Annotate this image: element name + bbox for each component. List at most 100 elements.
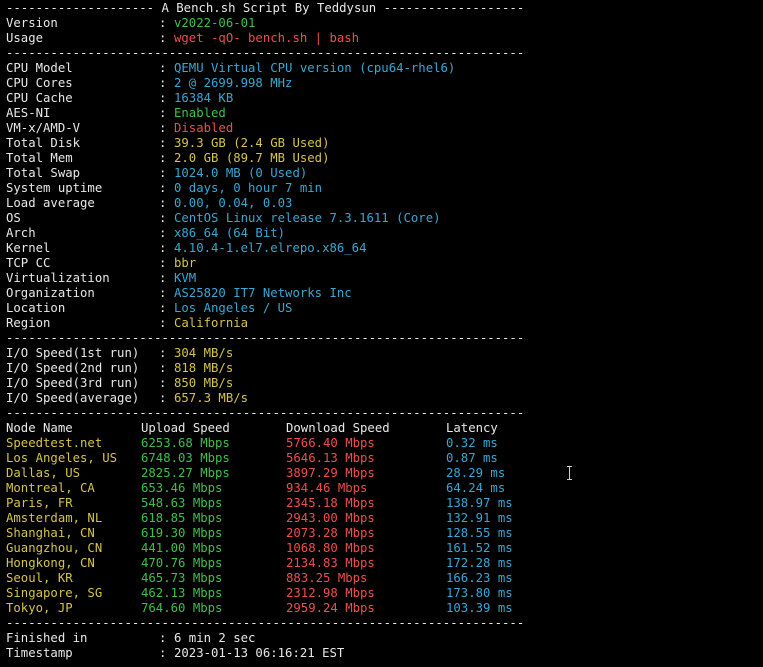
latency-cell: 166.23 ms	[446, 571, 513, 585]
system-info-label: CPU Model	[6, 61, 73, 75]
separator-2: ----------------------------------------…	[6, 331, 525, 345]
system-info-label: Total Disk	[6, 136, 81, 150]
colon-separator: :	[159, 106, 167, 120]
node-name-cell: Amsterdam, NL	[6, 511, 103, 525]
system-info-value: 0.00, 0.04, 0.03	[174, 196, 293, 210]
upload-speed-cell: 6748.03 Mbps	[141, 451, 230, 465]
speed-table-row: Los Angeles, US 6748.03 Mbps 5646.13 Mbps 0…	[0, 451, 763, 466]
system-info-value: 39.3 GB (2.4 GB Used)	[174, 136, 330, 150]
footer-value: 2023-01-13 06:16:21 EST	[174, 646, 345, 660]
colon-separator: :	[159, 166, 167, 180]
node-name-cell: Guangzhou, CN	[6, 541, 103, 555]
download-speed-cell: 2073.28 Mbps	[286, 526, 375, 540]
colon-separator: :	[159, 256, 167, 270]
system-info-label: AES-NI	[6, 106, 51, 120]
upload-speed-cell: 618.85 Mbps	[141, 511, 223, 525]
system-info-label: CPU Cache	[6, 91, 73, 105]
upload-speed-cell: 465.73 Mbps	[141, 571, 223, 585]
io-speed-row: I/O Speed(1st run):304 MB/s	[0, 346, 763, 361]
download-speed-cell: 5646.13 Mbps	[286, 451, 375, 465]
colon-separator: :	[159, 241, 167, 255]
upload-speed-cell: 441.00 Mbps	[141, 541, 223, 555]
system-info-label: Load average	[6, 196, 95, 210]
io-speed-value: 818 MB/s	[174, 361, 234, 375]
speed-table-row: Shanghai, CN 619.30 Mbps 2073.28 Mbps 128.5…	[0, 526, 763, 541]
io-speed-value: 657.3 MB/s	[174, 391, 249, 405]
separator-1: ----------------------------------------…	[6, 46, 525, 60]
latency-cell: 128.55 ms	[446, 526, 513, 540]
system-info-row: Kernel:4.10.4-1.el7.elrepo.x86_64	[0, 241, 763, 256]
node-name-cell: Los Angeles, US	[6, 451, 118, 465]
node-name-cell: Hongkong, CN	[6, 556, 95, 570]
download-speed-cell: 2312.98 Mbps	[286, 586, 375, 600]
download-speed-cell: 5766.40 Mbps	[286, 436, 375, 450]
speed-table-row: Seoul, KR 465.73 Mbps 883.25 Mbps 166.23 ms	[0, 571, 763, 586]
system-info-row: CPU Model: QEMU Virtual CPU version (cpu6…	[0, 61, 763, 76]
system-info-label: Arch	[6, 226, 36, 240]
colon-separator: :	[159, 31, 167, 45]
system-info-value: AS25820 IT7 Networks Inc	[174, 286, 352, 300]
speed-table-row: Dallas, US 2825.27 Mbps 3897.29 Mbps 28.29 …	[0, 466, 763, 481]
download-speed-cell: 2345.18 Mbps	[286, 496, 375, 510]
system-info-row: Organization: AS25820 IT7 Networks Inc	[0, 286, 763, 301]
upload-speed-cell: 619.30 Mbps	[141, 526, 223, 540]
system-info-label: Total Mem	[6, 151, 73, 165]
node-name-cell: Dallas, US	[6, 466, 81, 480]
system-info-value: CentOS Linux release 7.3.1611 (Core)	[174, 211, 441, 225]
system-info-value: KVM	[174, 271, 197, 285]
system-info-value: 4.10.4-1.el7.elrepo.x86_64	[174, 241, 367, 255]
colon-separator: :	[159, 61, 167, 75]
latency-cell: 28.29 ms	[446, 466, 506, 480]
footer-label: Finished in	[6, 631, 88, 645]
latency-cell: 0.87 ms	[446, 451, 498, 465]
latency-cell: 64.24 ms	[446, 481, 506, 495]
speed-table-row: Guangzhou, CN 441.00 Mbps 1068.80 Mbps 161.…	[0, 541, 763, 556]
system-info-row: Total Disk:39.3 GB (2.4 GB Used)	[0, 136, 763, 151]
download-speed-cell: 934.46 Mbps	[286, 481, 368, 495]
system-info-row: Region: California	[0, 316, 763, 331]
io-speed-label: I/O Speed(1st run)	[6, 346, 140, 360]
upload-speed-cell: 462.13 Mbps	[141, 586, 223, 600]
header-download-speed: Download Speed	[286, 421, 390, 435]
node-name-cell: Seoul, KR	[6, 571, 73, 585]
system-info-row: Load average:0.00, 0.04, 0.03	[0, 196, 763, 211]
speed-table-row: Tokyo, JP 764.60 Mbps 2959.24 Mbps 103.39 m…	[0, 601, 763, 616]
system-info-row: Total Mem:2.0 GB (89.7 MB Used)	[0, 151, 763, 166]
system-info-value: 2 @ 2699.998 MHz	[174, 76, 293, 90]
system-info-row: CPU Cache:16384 KB	[0, 91, 763, 106]
latency-cell: 172.28 ms	[446, 556, 513, 570]
header-upload-speed: Upload Speed	[141, 421, 230, 435]
system-info-row: VM-x/AMD-V: Disabled	[0, 121, 763, 136]
speed-table-row: Singapore, SG 462.13 Mbps 2312.98 Mbps 173.…	[0, 586, 763, 601]
system-info-label: TCP CC	[6, 256, 51, 270]
io-speed-row: I/O Speed(3rd run):850 MB/s	[0, 376, 763, 391]
system-info-value: QEMU Virtual CPU version (cpu64-rhel6)	[174, 61, 456, 75]
upload-speed-cell: 6253.68 Mbps	[141, 436, 230, 450]
upload-speed-cell: 470.76 Mbps	[141, 556, 223, 570]
system-info-row: OS: CentOS Linux release 7.3.1611 (Core)	[0, 211, 763, 226]
system-info-row: AES-NI: Enabled	[0, 106, 763, 121]
system-info-row: Arch: x86_64 (64 Bit)	[0, 226, 763, 241]
system-info-value: x86_64 (64 Bit)	[174, 226, 286, 240]
colon-separator: :	[159, 376, 167, 390]
colon-separator: :	[159, 91, 167, 105]
speed-table-row: Hongkong, CN 470.76 Mbps 2134.83 Mbps 172.2…	[0, 556, 763, 571]
latency-cell: 132.91 ms	[446, 511, 513, 525]
colon-separator: :	[159, 226, 167, 240]
colon-separator: :	[159, 181, 167, 195]
header-node-name: Node Name	[6, 421, 73, 435]
system-info-label: CPU Cores	[6, 76, 73, 90]
io-speed-label: I/O Speed(2nd run)	[6, 361, 140, 375]
colon-separator: :	[159, 361, 167, 375]
system-info-value: Disabled	[174, 121, 234, 135]
upload-speed-cell: 2825.27 Mbps	[141, 466, 230, 480]
footer-row: Timestamp:2023-01-13 06:16:21 EST	[0, 646, 763, 661]
footer-label: Timestamp	[6, 646, 73, 660]
terminal-window[interactable]: -------------------- A Bench.sh Script B…	[0, 0, 763, 667]
system-info-value: 2.0 GB (89.7 MB Used)	[174, 151, 330, 165]
separator-4: ----------------------------------------…	[6, 616, 525, 630]
system-info-label: Kernel	[6, 241, 51, 255]
latency-cell: 103.39 ms	[446, 601, 513, 615]
speed-table-header: Node Name Upload Speed Download Speed La…	[0, 421, 763, 436]
colon-separator: :	[159, 271, 167, 285]
